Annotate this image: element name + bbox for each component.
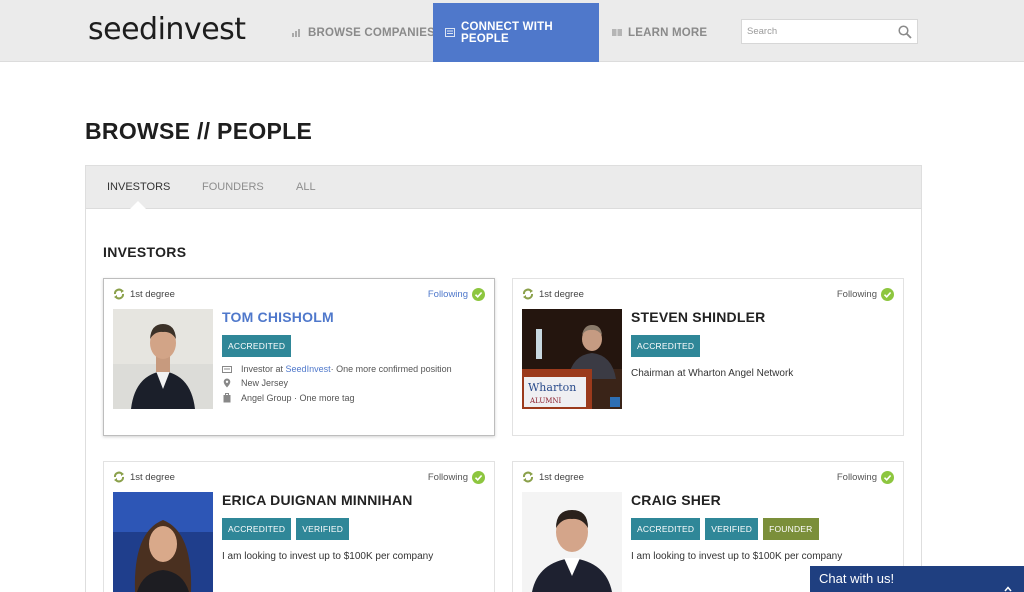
investor-description: I am looking to invest up to $100K per c…: [631, 551, 843, 562]
verified-badge: VERIFIED: [705, 518, 759, 540]
book-icon: [612, 28, 622, 37]
position-row: Investor at SeedInvest · One more confir…: [222, 364, 452, 374]
alumni-photo-text: ALUMNI: [529, 397, 562, 405]
check-icon: [881, 288, 894, 301]
tab-all[interactable]: ALL: [296, 166, 316, 209]
degree-label: 1st degree: [130, 288, 175, 300]
nav-learn-more[interactable]: LEARN MORE: [612, 3, 707, 62]
check-icon: [881, 471, 894, 484]
tag-icon: [222, 393, 232, 403]
profile-photo[interactable]: [522, 492, 622, 592]
following-status[interactable]: Following: [837, 471, 894, 484]
connection-degree: 1st degree: [113, 471, 175, 483]
degree-label: 1st degree: [539, 288, 584, 300]
investor-card-steven-shindler[interactable]: 1st degree Following Wharton ALUMNI STEV…: [512, 278, 904, 436]
profile-photo[interactable]: Wharton ALUMNI: [522, 309, 622, 409]
search-box: [741, 19, 918, 44]
top-navigation-bar: seedinvest BROWSE COMPANIES CONNECT WITH…: [0, 0, 1024, 62]
profile-photo[interactable]: [113, 492, 213, 592]
investor-name[interactable]: ERICA DUIGNAN MINNIHAN: [222, 492, 413, 508]
connection-degree: 1st degree: [522, 471, 584, 483]
chart-icon: [292, 28, 302, 37]
badge-list: ACCREDITED: [222, 335, 292, 357]
following-label: Following: [427, 472, 468, 483]
nav-connect-with-people[interactable]: CONNECT WITH PEOPLE: [433, 3, 599, 62]
page-title: BROWSE // PEOPLE: [85, 118, 313, 144]
search-input[interactable]: [742, 20, 892, 43]
seedinvest-logo[interactable]: seedinvest: [88, 12, 246, 47]
nav-learn-more-label: LEARN MORE: [628, 26, 708, 39]
tab-founders[interactable]: FOUNDERS: [202, 166, 264, 209]
browse-panel: INVESTORS FOUNDERS ALL INVESTORS 1st deg…: [85, 165, 922, 592]
investor-name[interactable]: STEVEN SHINDLER: [631, 309, 765, 325]
section-heading: INVESTORS: [103, 244, 187, 260]
degree-label: 1st degree: [539, 471, 584, 483]
check-icon: [472, 471, 485, 484]
wharton-photo-text: Wharton: [528, 381, 576, 394]
following-status[interactable]: Following: [428, 471, 485, 484]
following-status[interactable]: Following: [837, 288, 894, 301]
nav-browse-companies[interactable]: BROWSE COMPANIES: [292, 3, 435, 62]
connection-icon: [113, 471, 125, 483]
investor-card-tom-chisholm[interactable]: 1st degree Following TOM CHISHOLM ACCRED…: [103, 278, 495, 436]
accredited-badge: ACCREDITED: [631, 518, 701, 540]
search-icon[interactable]: [898, 25, 912, 39]
location-row: New Jersey: [222, 378, 288, 388]
seedinvest-link[interactable]: SeedInvest: [286, 364, 331, 374]
briefcase-icon: [222, 364, 232, 374]
nav-connect-label: CONNECT WITH PEOPLE: [461, 20, 553, 45]
connection-icon: [522, 288, 534, 300]
chat-widget[interactable]: Chat with us!: [810, 566, 1024, 592]
investor-description: Chairman at Wharton Angel Network: [631, 368, 794, 379]
check-icon: [472, 288, 485, 301]
investor-name[interactable]: CRAIG SHER: [631, 492, 721, 508]
following-label: Following: [427, 289, 468, 300]
investor-card-erica-duignan-minnihan[interactable]: 1st degree Following ERICA DUIGNAN MINNI…: [103, 461, 495, 592]
people-icon: [445, 28, 455, 37]
people-tabs: INVESTORS FOUNDERS ALL: [86, 166, 921, 209]
position-prefix: Investor at: [241, 364, 284, 374]
badge-list: ACCREDITED: [631, 335, 701, 357]
accredited-badge: ACCREDITED: [631, 335, 701, 357]
founder-badge: FOUNDER: [763, 518, 819, 540]
badge-list: ACCREDITED VERIFIED: [222, 518, 350, 540]
investor-description: I am looking to invest up to $100K per c…: [222, 551, 434, 562]
connection-icon: [522, 471, 534, 483]
location-text: New Jersey: [241, 378, 289, 388]
profile-photo[interactable]: [113, 309, 213, 409]
tags-row: Angel Group · One more tag: [222, 393, 355, 403]
tags-text: Angel Group · One more tag: [241, 393, 355, 403]
active-tab-indicator: [130, 201, 146, 209]
following-label: Following: [836, 472, 877, 483]
connection-degree: 1st degree: [522, 288, 584, 300]
following-label: Following: [836, 289, 877, 300]
accredited-badge: ACCREDITED: [222, 335, 292, 357]
nav-browse-companies-label: BROWSE COMPANIES: [308, 26, 435, 39]
badge-list: ACCREDITED VERIFIED FOUNDER: [631, 518, 819, 540]
verified-badge: VERIFIED: [296, 518, 350, 540]
position-suffix: · One more confirmed position: [330, 364, 452, 374]
degree-label: 1st degree: [130, 471, 175, 483]
investor-name[interactable]: TOM CHISHOLM: [222, 309, 334, 325]
accredited-badge: ACCREDITED: [222, 518, 292, 540]
chat-label: Chat with us!: [819, 571, 895, 586]
chevron-up-icon[interactable]: [1004, 576, 1012, 592]
connection-degree: 1st degree: [113, 288, 175, 300]
connection-icon: [113, 288, 125, 300]
map-pin-icon: [222, 378, 232, 388]
following-status[interactable]: Following: [428, 288, 485, 301]
